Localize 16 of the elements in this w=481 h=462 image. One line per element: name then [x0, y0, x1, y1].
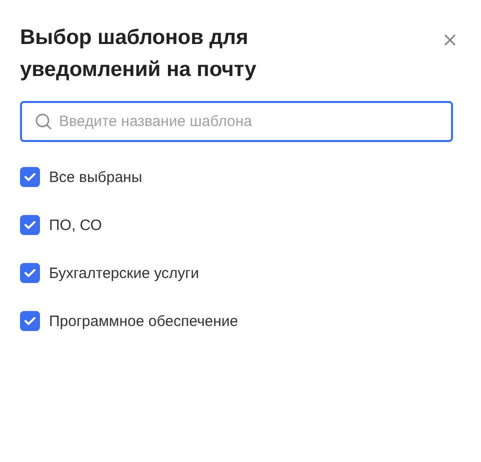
check-icon [24, 172, 36, 182]
option-label: Бухгалтерские услуги [49, 264, 200, 282]
checkbox[interactable] [20, 167, 40, 187]
search-icon [35, 113, 52, 130]
checkbox[interactable] [20, 311, 40, 331]
search-field[interactable]: Введите название шаблона [20, 101, 453, 142]
checkbox[interactable] [20, 215, 40, 235]
close-icon[interactable] [444, 34, 456, 46]
checkbox[interactable] [20, 263, 40, 283]
option-label: Все выбраны [49, 168, 142, 186]
check-icon [24, 220, 36, 230]
dialog-title: Выбор шаблонов для уведомлений на почту [20, 25, 258, 83]
option-label: Программное обеспечение [49, 312, 238, 330]
option-label: ПО, СО [49, 216, 102, 234]
check-icon [24, 316, 36, 326]
check-icon [24, 268, 36, 278]
